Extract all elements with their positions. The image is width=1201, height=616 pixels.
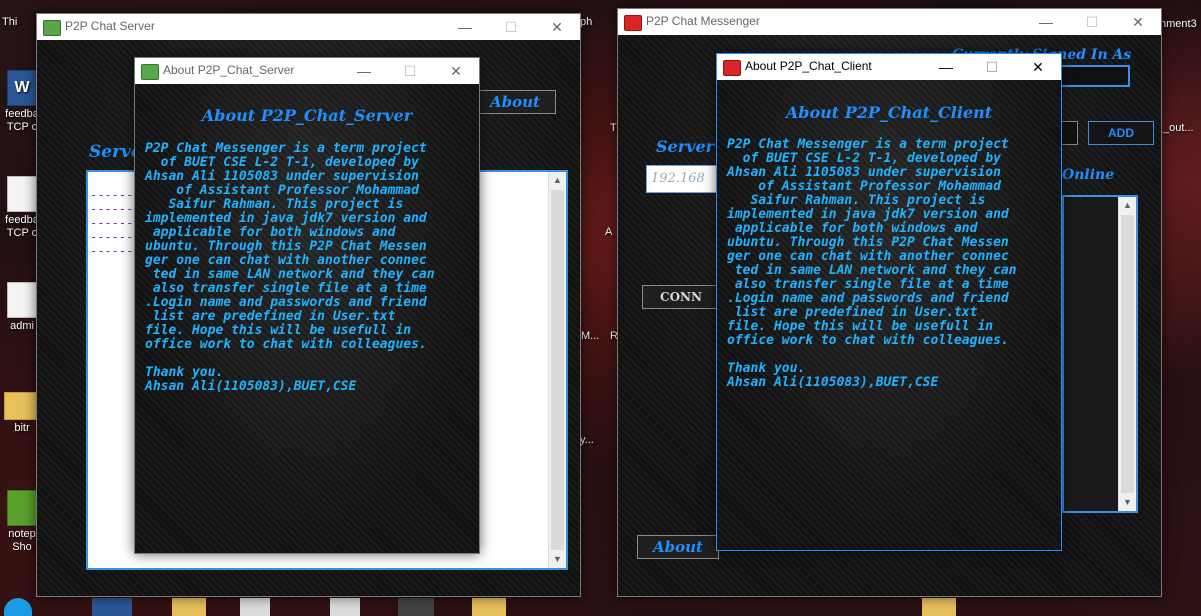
scroll-down-icon[interactable]: ▼ <box>549 551 566 568</box>
server-ip-input[interactable]: 192.168 <box>646 165 720 193</box>
folder-icon[interactable] <box>172 598 206 616</box>
close-button[interactable]: ✕ <box>534 14 580 40</box>
minimize-button[interactable]: — <box>1023 9 1069 35</box>
close-button[interactable]: ✕ <box>1015 54 1061 80</box>
desktop-fragment: _out... <box>1163 122 1194 134</box>
notepad-icon <box>7 490 37 526</box>
maximize-button[interactable]: ☐ <box>488 14 534 40</box>
minimize-button[interactable]: — <box>923 54 969 80</box>
about-client-titlebar[interactable]: About P2P_Chat_Client — ☐ ✕ <box>717 54 1061 80</box>
word-document-icon[interactable] <box>92 598 132 616</box>
desktop-fragment: y... <box>580 434 594 446</box>
desktop-fragment: ph <box>580 16 593 28</box>
maximize-button[interactable]: ☐ <box>969 54 1015 80</box>
minimize-button[interactable]: — <box>341 58 387 84</box>
about-server-titlebar[interactable]: About P2P_Chat_Server — ☐ ✕ <box>135 58 479 84</box>
about-button[interactable]: About <box>474 90 556 114</box>
about-heading: About P2P_Chat_Client <box>785 103 993 122</box>
about-server-content: About P2P_Chat_Server P2P Chat Messenger… <box>135 84 479 553</box>
about-server-dialog: About P2P_Chat_Server — ☐ ✕ About P2P_Ch… <box>134 57 480 554</box>
window-title: P2P Chat Server <box>65 19 155 33</box>
maximize-button[interactable]: ☐ <box>387 58 433 84</box>
document-icon[interactable] <box>240 598 270 616</box>
close-button[interactable]: ✕ <box>1115 9 1161 35</box>
server-label: Server <box>656 137 715 156</box>
about-description: P2P Chat Messenger is a term project of … <box>145 141 435 394</box>
scroll-up-icon[interactable]: ▲ <box>549 172 566 189</box>
document-icon[interactable] <box>330 598 360 616</box>
folder-icon <box>4 392 40 420</box>
log-line: ------ <box>90 202 134 216</box>
about-button[interactable]: About <box>637 535 719 559</box>
chat-messenger-icon <box>723 60 741 76</box>
window-title: P2P Chat Messenger <box>646 14 760 28</box>
dialog-title: About P2P_Chat_Client <box>745 59 872 73</box>
word-document-icon: W <box>7 70 37 106</box>
minimize-button[interactable]: — <box>442 14 488 40</box>
chat-server-icon <box>43 20 61 36</box>
document-icon <box>7 176 37 212</box>
server-window-titlebar[interactable]: P2P Chat Server — ☐ ✕ <box>37 14 580 40</box>
folder-icon[interactable] <box>922 598 956 616</box>
desktop-fragment: T <box>610 122 617 134</box>
scrollbar-thumb[interactable] <box>1121 215 1134 493</box>
about-client-content: About P2P_Chat_Client P2P Chat Messenger… <box>717 80 1061 550</box>
about-client-dialog: About P2P_Chat_Client — ☐ ✕ About P2P_Ch… <box>716 53 1062 551</box>
desktop-fragment: nment3 <box>1160 18 1197 30</box>
log-line: ------ <box>90 216 134 230</box>
desktop-fragment: M... <box>581 330 600 342</box>
server-log-lines: ------ ------ ------ ------ ------ <box>90 188 133 258</box>
close-button[interactable]: ✕ <box>433 58 479 84</box>
online-users-list[interactable]: ▲ ▼ <box>1062 195 1138 513</box>
chat-server-icon <box>141 64 159 80</box>
about-heading: About P2P_Chat_Server <box>201 106 413 125</box>
scrollbar-thumb[interactable] <box>551 190 564 550</box>
dialog-title: About P2P_Chat_Server <box>163 63 295 77</box>
scroll-down-icon[interactable]: ▼ <box>1119 494 1136 511</box>
skype-icon[interactable] <box>4 598 32 616</box>
connect-button[interactable]: CONN <box>642 285 720 309</box>
document-icon <box>7 282 37 318</box>
video-file-icon[interactable] <box>398 598 434 616</box>
add-button[interactable]: ADD <box>1088 121 1154 145</box>
folder-icon[interactable] <box>472 598 506 616</box>
vertical-scrollbar[interactable]: ▲ ▼ <box>1118 197 1136 511</box>
messenger-window-titlebar[interactable]: P2P Chat Messenger — ☐ ✕ <box>618 9 1161 35</box>
signed-in-user-field <box>1054 65 1130 87</box>
about-description: P2P Chat Messenger is a term project of … <box>727 137 1017 390</box>
log-line: ------ <box>90 244 134 258</box>
maximize-button[interactable]: ☐ <box>1069 9 1115 35</box>
chat-messenger-icon <box>624 15 642 31</box>
server-ip-value: 192.168 <box>651 171 705 186</box>
scroll-up-icon[interactable]: ▲ <box>1119 197 1136 214</box>
online-label: Online <box>1062 167 1115 183</box>
vertical-scrollbar[interactable]: ▲ ▼ <box>548 172 566 568</box>
log-line: ------ <box>90 188 134 202</box>
desktop-fragment: Thi <box>2 16 18 28</box>
log-line: ------ <box>90 230 134 244</box>
desktop-fragment: A <box>605 226 613 238</box>
